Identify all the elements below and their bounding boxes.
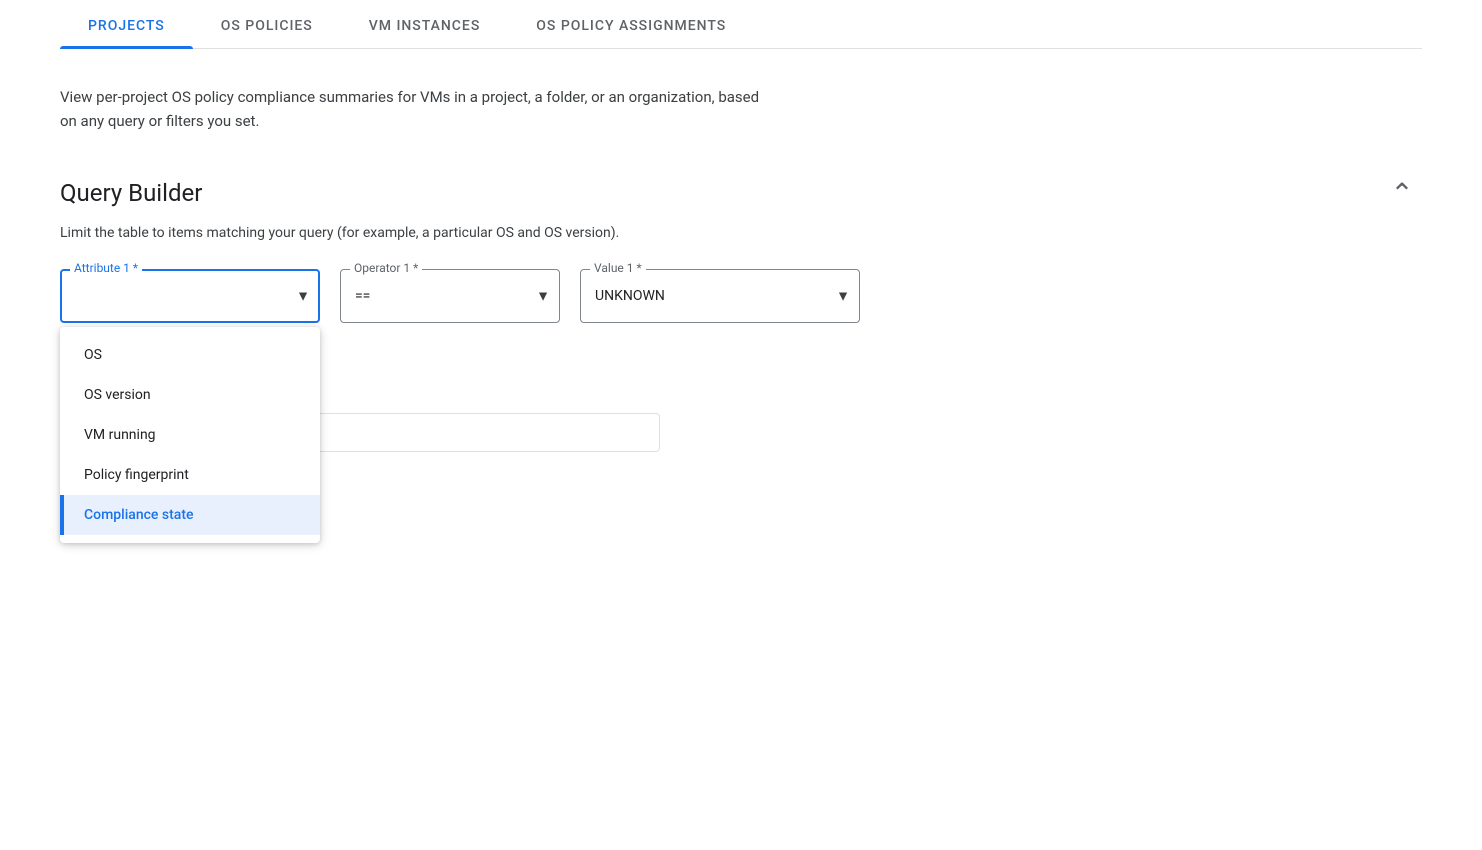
selected-bar	[60, 495, 64, 535]
value1-field-group: Value 1 * UNKNOWN ▼	[580, 269, 860, 323]
tab-os-policies[interactable]: OS POLICIES	[193, 0, 341, 48]
dropdown-item-vm-running[interactable]: VM running	[60, 415, 320, 455]
query-builder-title: Query Builder	[60, 179, 202, 207]
operator1-select[interactable]: ==	[340, 269, 560, 323]
query-builder-section: Query Builder ⌃ Limit the table to items…	[60, 173, 1422, 452]
operator1-label: Operator 1 *	[350, 261, 422, 275]
operator1-field-group: Operator 1 * == ▼	[340, 269, 560, 323]
collapse-icon[interactable]: ⌃	[1382, 173, 1422, 213]
operator1-select-wrapper: == ▼	[340, 269, 560, 323]
query-builder-description: Limit the table to items matching your q…	[60, 225, 1422, 241]
dropdown-item-policy-fingerprint[interactable]: Policy fingerprint	[60, 455, 320, 495]
dropdown-item-os[interactable]: OS	[60, 335, 320, 375]
tab-projects[interactable]: PROJECTS	[60, 0, 193, 48]
query-builder-header: Query Builder ⌃	[60, 173, 1422, 213]
value1-label: Value 1 *	[590, 261, 646, 275]
value1-select-wrapper: UNKNOWN ▼	[580, 269, 860, 323]
dropdown-item-os-version[interactable]: OS version	[60, 375, 320, 415]
attribute1-label: Attribute 1 *	[70, 261, 142, 275]
tab-vm-instances[interactable]: VM INSTANCES	[341, 0, 509, 48]
tab-os-policy-assignments[interactable]: OS POLICY ASSIGNMENTS	[508, 0, 754, 48]
attribute1-field-group: Attribute 1 * ▼ OS OS version VM running	[60, 269, 320, 323]
main-tabs: PROJECTS OS POLICIES VM INSTANCES OS POL…	[60, 0, 1422, 49]
attribute1-select-wrapper: ▼ OS OS version VM running Pol	[60, 269, 320, 323]
page-description: View per-project OS policy compliance su…	[60, 85, 760, 133]
dropdown-item-compliance-state[interactable]: Compliance state	[60, 495, 320, 535]
query-form-row: Attribute 1 * ▼ OS OS version VM running	[60, 269, 1422, 323]
value1-select[interactable]: UNKNOWN	[580, 269, 860, 323]
attribute1-select[interactable]	[60, 269, 320, 323]
attribute1-dropdown-menu: OS OS version VM running Policy fingerpr…	[60, 327, 320, 543]
